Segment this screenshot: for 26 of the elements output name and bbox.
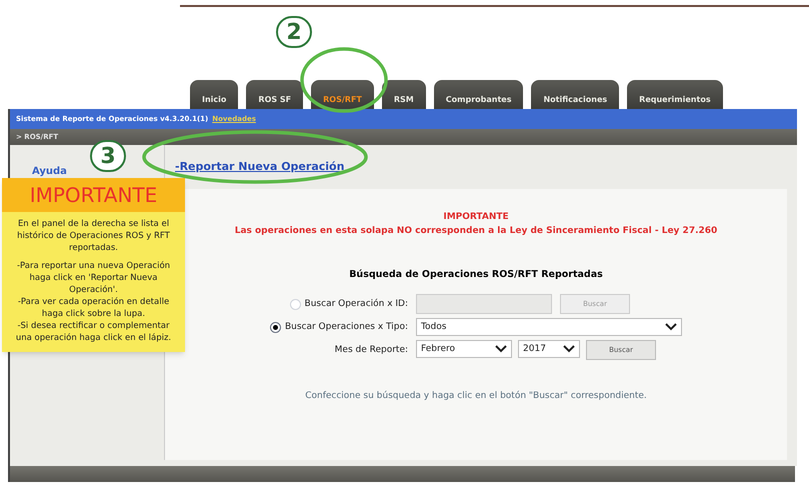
warning-title: IMPORTANTE — [443, 211, 509, 224]
tab[interactable]: ROS SF — [246, 80, 304, 109]
note-text: -Para reportar una nueva Operación haga click en 'Reportar Nueva Operación'. -Para ver cada operación en detalle haga click sobre la lupa. -Si desea rectificar o complementar una operación haga click en el lápiz. — [14, 260, 172, 344]
tab[interactable]: ROS/RFT — [311, 80, 374, 109]
radio-button[interactable] — [270, 322, 281, 333]
warning-text: Las operaciones en esta solapa NO corresponden a la Ley de Sinceramiento Fiscal - Ley 27.260 — [234, 224, 718, 238]
tab[interactable]: Notificaciones — [531, 80, 620, 109]
note-title: IMPORTANTE — [2, 178, 185, 212]
note-text: En el panel de la derecha se lista el histórico de Operaciones ROS y RFT reportadas. — [16, 218, 171, 254]
tab[interactable]: RSM — [382, 80, 426, 109]
type-select[interactable]: Todos — [416, 318, 682, 336]
tab[interactable]: Requerimientos — [627, 80, 723, 109]
chevron-down-icon — [495, 345, 508, 354]
field-label: Buscar Operaciones x Tipo: — [284, 320, 408, 334]
search-hint: Confeccione su búsqueda y haga clic en el botón "Buscar" correspondiente. — [305, 390, 647, 404]
help-link[interactable]: Ayuda — [32, 166, 67, 177]
field-label: Buscar Operación x ID: — [304, 298, 408, 310]
tab[interactable]: Comprobantes — [434, 80, 524, 109]
year-select[interactable]: 2017 — [518, 340, 580, 358]
step-number: 2 — [276, 16, 312, 48]
chevron-down-icon — [665, 323, 678, 332]
month-select[interactable]: Febrero — [416, 340, 512, 358]
chevron-down-icon — [563, 345, 576, 354]
field-label: Mes de Reporte: — [334, 344, 408, 356]
tab[interactable]: Inicio — [190, 80, 238, 109]
search-title: Búsqueda de Operaciones ROS/RFT Reportadas — [349, 268, 603, 282]
